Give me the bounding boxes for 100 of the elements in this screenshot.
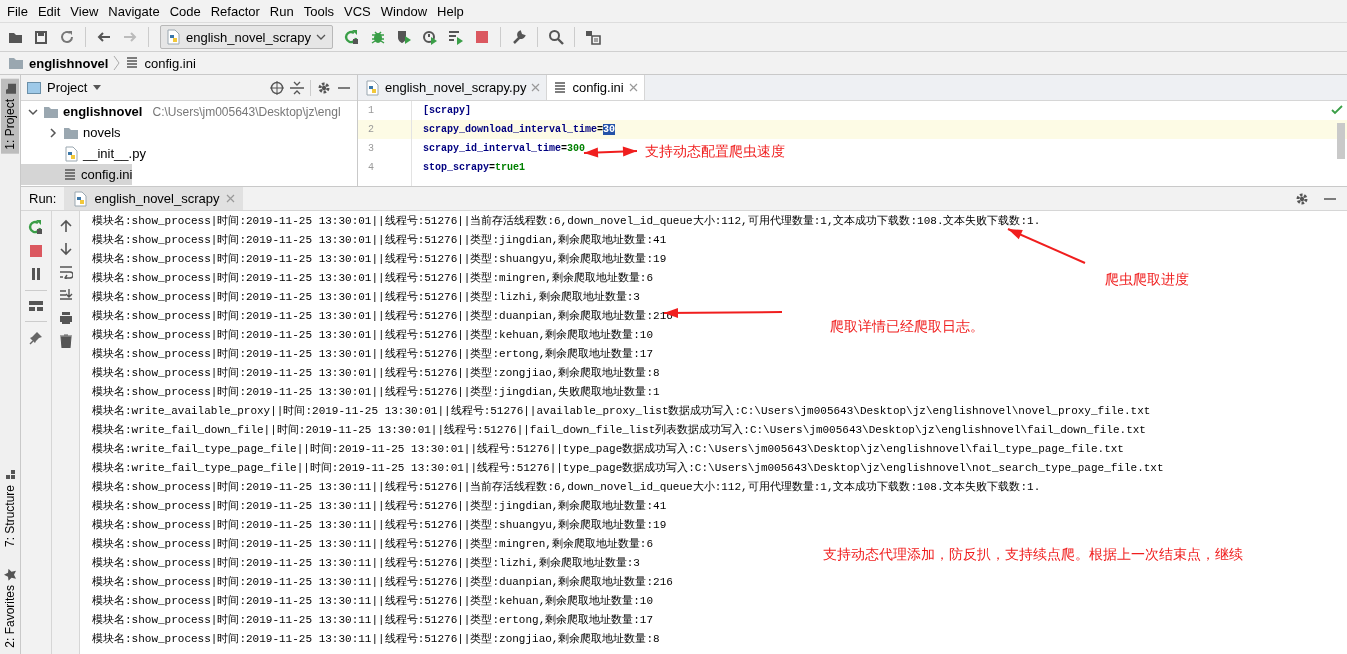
log-line: 模块名:show_process|时间:2019-11-25 13:30:01||线程号:51276||类型:shuangyu,剩余爬取地址数量:19 [92, 252, 667, 267]
line-number: 2 [368, 124, 374, 135]
log-line: 模块名:show_process|时间:2019-11-25 13:30:11||线程号:51276||类型:mingren,剩余爬取地址数量:6 [92, 537, 654, 552]
menu-item[interactable]: Run [264, 3, 299, 19]
code-line: [scrapy] [423, 105, 471, 116]
python-icon [165, 29, 181, 45]
tree-item[interactable]: englishnovel C:\Users\jm005643\Desktop\jz\engl [21, 101, 341, 122]
code-line: stop_scrapy=true1 [423, 162, 526, 173]
log-line: 模块名:show_process|时间:2019-11-25 13:30:01||线程号:51276||类型:jingdian,剩余爬取地址数量:41 [92, 233, 667, 248]
search-icon[interactable] [548, 29, 565, 45]
log-line: 模块名:show_process|时间:2019-11-25 13:30:01||线程号:51276||类型:jingdian,失败爬取地址数量:1 [92, 385, 660, 400]
tool-window-tab[interactable]: 7: Structure [0, 465, 20, 552]
log-line: 模块名:show_process|时间:2019-11-25 13:30:01||线程号:51276||类型:kehuan,剩余爬取地址数量:10 [92, 328, 654, 343]
pause-icon[interactable] [29, 267, 43, 281]
wrench-icon[interactable] [511, 29, 528, 45]
log-line: 模块名:write_fail_type_page_file||时间:2019-11-25 13:30:01||线程号:51276||type_page数据成功写入:C:\Users\jm005643\Desktop\jz\englishnovel\not_search_type_page_file.txt [92, 461, 1164, 476]
project-view-selector[interactable]: Project [47, 80, 88, 95]
chevron-down-icon [316, 33, 327, 41]
code-line: scrapy_id_interval_time=300 [423, 143, 586, 154]
log-line: 模块名:show_process|时间:2019-11-25 13:30:11||线程号:51276||类型:zongjiao,剩余爬取地址数量:8 [92, 632, 660, 647]
structure-icon[interactable] [585, 29, 602, 45]
tool-window-tab[interactable]: 2: Favorites [0, 565, 20, 652]
save-icon[interactable] [33, 29, 49, 45]
text-file-icon [553, 80, 568, 95]
python-file-icon [63, 145, 79, 162]
log-line: 模块名:write_fail_down_file||时间:2019-11-25 13:30:01||线程号:51276||fail_down_file_list列表数据成功写入:C:\Users\jm005643\Desktop\jz\englishnovel\fail_down_file.txt [92, 423, 1146, 438]
text-file-icon [63, 167, 77, 182]
trash-icon[interactable] [58, 334, 73, 348]
stop-icon[interactable] [29, 244, 43, 258]
run-list-icon[interactable] [448, 29, 465, 45]
pin-icon[interactable] [29, 331, 43, 345]
down-arrow-icon[interactable] [58, 242, 73, 256]
line-number: 4 [368, 162, 374, 173]
log-line: 模块名:show_process|时间:2019-11-25 13:30:01||线程号:51276||当前存活线程数:6,down_novel_id_queue大小:112,可用代理数量:1,文本成功下载数:108.文本失败下载数:1. [92, 214, 1041, 229]
tree-item[interactable]: config.ini [21, 164, 133, 185]
log-line: 模块名:show_process|时间:2019-11-25 13:30:01||线程号:51276||类型:zongjiao,剩余爬取地址数量:8 [92, 366, 660, 381]
log-line: 模块名:show_process|时间:2019-11-25 13:30:11||线程号:51276||类型:kehuan,剩余爬取地址数量:10 [92, 594, 654, 609]
folder-icon [43, 104, 59, 119]
sync-icon[interactable] [59, 29, 75, 45]
dropdown-caret-icon[interactable] [93, 85, 102, 90]
menu-item[interactable]: View [65, 3, 104, 19]
log-line: 模块名:show_process|时间:2019-11-25 13:30:11||线程号:51276||类型:jingdian,剩余爬取地址数量:41 [92, 499, 667, 514]
folder-icon [63, 125, 79, 140]
log-line: 模块名:write_fail_type_page_file||时间:2019-11-25 13:30:01||线程号:51276||type_page数据成功写入:C:\Users\jm005643\Desktop\jz\englishnovel\fail_type_page_file.txt [92, 442, 1124, 457]
menu-item[interactable]: Window [375, 3, 433, 19]
editor-tab[interactable]: config.ini [547, 75, 645, 100]
menu-item[interactable]: Refactor [205, 3, 265, 19]
print-icon[interactable] [58, 311, 73, 325]
tree-item[interactable]: novels [21, 122, 121, 143]
tree-item[interactable]: __init__.py [21, 143, 146, 164]
rerun-icon[interactable] [28, 219, 44, 235]
stop-icon[interactable] [474, 29, 491, 45]
log-line: 模块名:show_process|时间:2019-11-25 13:30:01||线程号:51276||类型:mingren,剩余爬取地址数量:6 [92, 271, 654, 286]
log-line: 模块名:show_process|时间:2019-11-25 13:30:01||线程号:51276||类型:lizhi,剩余爬取地址数量:3 [92, 290, 640, 305]
editor-tab[interactable]: english_novel_scrapy.py [358, 75, 548, 100]
line-number: 3 [368, 143, 374, 154]
annotation-text: 支持动态代理添加，防反扒，支持续点爬。根据上一次结束点，继续 [823, 545, 1243, 563]
log-line: 模块名:show_process|时间:2019-11-25 13:30:11||线程号:51276||类型:ertong,剩余爬取地址数量:17 [92, 613, 654, 628]
crosshair-icon[interactable] [270, 80, 284, 95]
close-icon[interactable] [628, 83, 638, 92]
profiler-run-icon[interactable] [422, 29, 439, 45]
log-line: 模块名:show_process|时间:2019-11-25 13:30:11||线程号:51276||类型:duanpian,剩余爬取地址数量:216 [92, 575, 673, 590]
run-tab[interactable]: english_novel_scrapy [64, 187, 243, 210]
text-file-icon [125, 56, 140, 70]
log-line: 模块名:show_process|时间:2019-11-25 13:30:11||线程号:51276||类型:shuangyu,剩余爬取地址数量:19 [92, 518, 667, 533]
menu-item[interactable]: Navigate [103, 3, 165, 19]
layout-icon[interactable] [29, 300, 43, 312]
menu-item[interactable]: Code [164, 3, 206, 19]
folder-icon [8, 56, 24, 70]
breadcrumb-item[interactable]: englishnovel [29, 55, 109, 71]
scroll-to-end-icon[interactable] [58, 288, 73, 302]
breadcrumb-item[interactable]: config.ini [144, 55, 196, 71]
log-line: 模块名:show_process|时间:2019-11-25 13:30:11||线程号:51276||当前存活线程数:6,down_novel_id_queue大小:112,可用代理数量:1,文本成功下载数:108.文本失败下载数:1. [92, 480, 1041, 495]
scrollbar[interactable] [1337, 123, 1345, 159]
run-configuration-dropdown[interactable]: english_novel_scrapy [160, 25, 334, 49]
settings-icon[interactable] [1295, 191, 1309, 206]
bug-icon[interactable] [370, 29, 387, 45]
run-label: Run: [29, 191, 57, 206]
project-icon [4, 83, 16, 95]
tool-window-tab[interactable]: 1: Project [1, 79, 19, 154]
line-number: 1 [368, 105, 374, 116]
settings-icon[interactable] [317, 80, 331, 95]
coverage-run-icon[interactable] [396, 29, 413, 45]
menu-item[interactable]: Help [432, 3, 469, 19]
log-line: 模块名:show_process|时间:2019-11-25 13:30:11||线程号:51276||类型:lizhi,剩余爬取地址数量:3 [92, 556, 640, 571]
collapse-all-icon[interactable] [290, 80, 304, 95]
soft-wrap-icon[interactable] [58, 265, 73, 279]
menu-item[interactable]: Tools [298, 3, 340, 19]
favorites-icon [4, 569, 16, 582]
menu-item[interactable]: Edit [32, 3, 66, 19]
annotation-text: 爬虫爬取进度 [1105, 270, 1189, 288]
python-file-icon [364, 79, 380, 96]
log-line: 模块名:write_available_proxy||时间:2019-11-25 13:30:01||线程号:51276||available_proxy_list数据成功写入:C:\Users\jm005643\Desktop\jz\englishnovel\novel_proxy_file.txt [92, 404, 1151, 419]
menu-item[interactable]: File [2, 3, 33, 19]
rerun-icon[interactable] [344, 29, 361, 45]
menu-item[interactable]: VCS [339, 3, 376, 19]
python-icon [72, 190, 89, 207]
up-arrow-icon[interactable] [58, 219, 73, 233]
log-line: 模块名:show_process|时间:2019-11-25 13:30:01||线程号:51276||类型:ertong,剩余爬取地址数量:17 [92, 347, 654, 362]
checkmark-icon [1331, 105, 1343, 115]
